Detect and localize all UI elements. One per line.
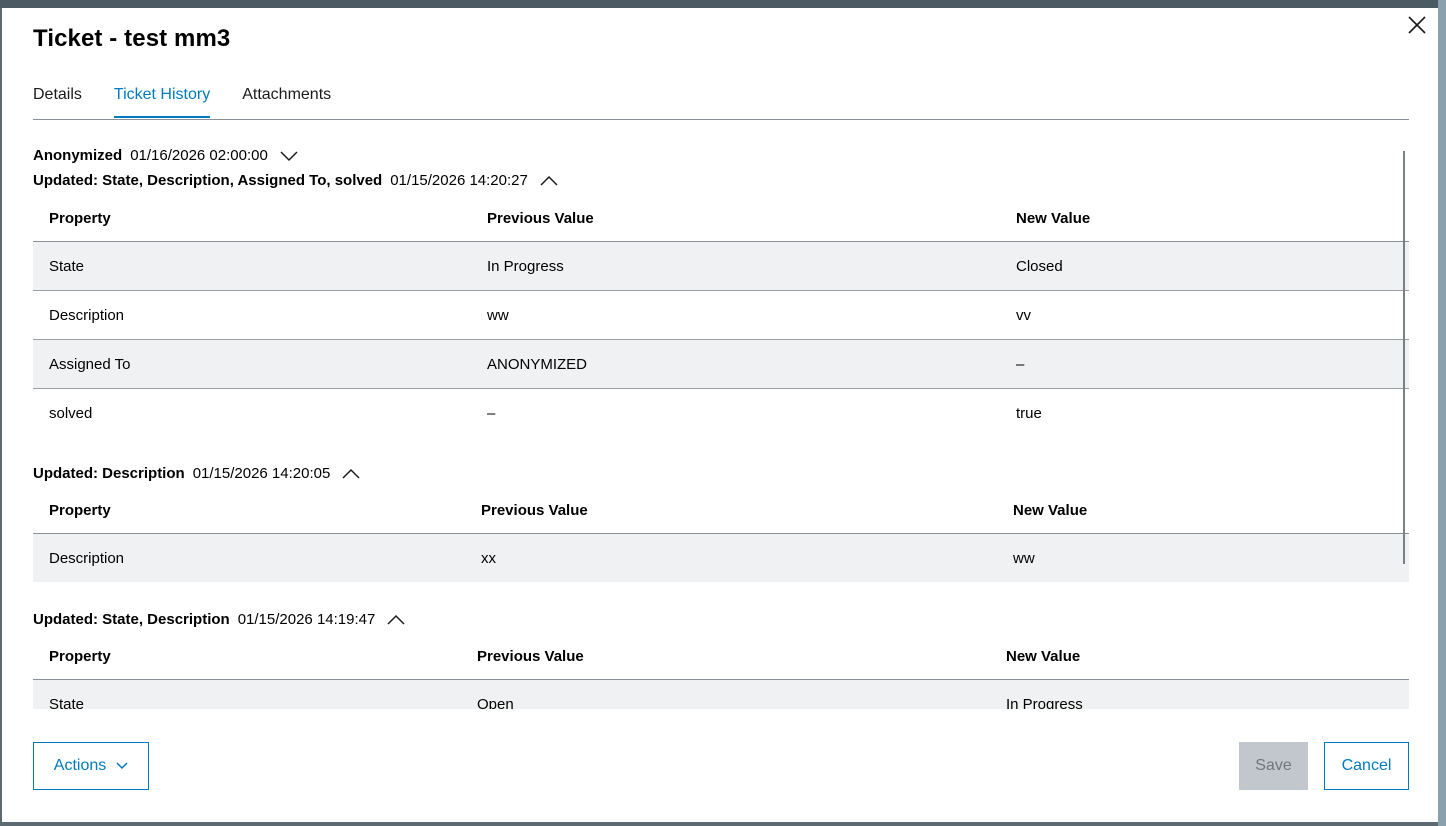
cancel-button[interactable]: Cancel	[1324, 742, 1409, 790]
table-header-row: Property Previous Value New Value	[33, 633, 1409, 680]
column-header-previous-value: Previous Value	[465, 487, 997, 534]
column-header-new-value: New Value	[997, 487, 1409, 534]
cell-previous-value: –	[487, 404, 496, 422]
history-entry-timestamp: 01/15/2026 14:20:27	[390, 172, 528, 189]
history-entry-header[interactable]: Anonymized 01/16/2026 02:00:00	[33, 147, 298, 164]
history-entry-label: Updated: State, Description, Assigned To…	[33, 172, 383, 189]
tab-attachments[interactable]: Attachments	[242, 78, 331, 110]
chevron-up-icon[interactable]	[387, 614, 405, 626]
tab-bar: Details Ticket History Attachments	[33, 78, 1409, 120]
history-entry-label: Updated: Description	[33, 465, 185, 482]
column-header-property: Property	[33, 633, 461, 680]
cell-previous-value: ANONYMIZED	[471, 339, 1000, 389]
actions-button-label: Actions	[53, 757, 107, 774]
table-row: State Open In Progress	[33, 679, 1409, 709]
history-entry-label: Updated: State, Description	[33, 611, 230, 628]
history-entry-header[interactable]: Updated: State, Description, Assigned To…	[33, 172, 558, 189]
column-header-new-value: New Value	[990, 633, 1409, 680]
table-row: State In Progress Closed	[33, 241, 1409, 291]
table-row: Assigned To ANONYMIZED –	[33, 339, 1409, 389]
ticket-history-panel[interactable]: Anonymized 01/16/2026 02:00:00 Updated: …	[33, 126, 1409, 709]
save-button[interactable]: Save	[1239, 742, 1308, 790]
cell-property: State	[33, 679, 461, 709]
column-header-property: Property	[33, 195, 471, 242]
cell-property: Description	[33, 290, 471, 340]
history-entry-header[interactable]: Updated: State, Description 01/15/2026 1…	[33, 611, 405, 628]
column-header-previous-value: Previous Value	[471, 195, 1000, 242]
cell-property: Description	[33, 533, 465, 582]
history-table: Property Previous Value New Value State …	[33, 195, 1409, 437]
cell-new-value: –	[1000, 339, 1409, 389]
chevron-down-icon	[116, 762, 128, 770]
ticket-dialog: Ticket - test mm3 Details Ticket History…	[2, 8, 1438, 822]
history-entry-timestamp: 01/15/2026 14:20:05	[192, 465, 331, 482]
cell-previous-value: ww	[471, 290, 1000, 340]
history-entry-label: Anonymized	[33, 147, 123, 164]
table-row: solved – true	[33, 389, 1409, 438]
cell-property: solved	[49, 404, 93, 422]
chevron-up-icon[interactable]	[540, 175, 558, 187]
cell-previous-value: xx	[465, 533, 997, 582]
actions-button[interactable]: Actions	[33, 742, 149, 790]
column-header-property: Property	[33, 487, 465, 534]
history-entry-timestamp: 01/16/2026 02:00:00	[130, 147, 268, 164]
backdrop	[0, 0, 1446, 8]
column-header-new-value: New Value	[1000, 195, 1409, 242]
cell-new-value: vv	[1000, 290, 1409, 340]
table-header-row: Property Previous Value New Value	[33, 195, 1409, 242]
cell-previous-value: Open	[461, 679, 990, 709]
backdrop-edge	[1438, 0, 1446, 826]
cell-new-value: Closed	[1000, 241, 1409, 291]
tab-details[interactable]: Details	[33, 78, 82, 110]
chevron-down-icon[interactable]	[280, 150, 298, 162]
table-row: Description xx ww	[33, 533, 1409, 582]
tab-ticket-history[interactable]: Ticket History	[113, 78, 211, 118]
cell-new-value: ww	[997, 533, 1409, 582]
history-table: Property Previous Value New Value Descri…	[33, 487, 1409, 582]
chevron-up-icon[interactable]	[342, 468, 360, 480]
dialog-title: Ticket - test mm3	[33, 25, 231, 52]
column-header-previous-value: Previous Value	[461, 633, 990, 680]
cell-new-value: In Progress	[990, 679, 1409, 709]
cell-new-value: true	[1016, 404, 1042, 422]
cell-previous-value: In Progress	[471, 241, 1000, 291]
history-scrollbar[interactable]	[1403, 151, 1405, 564]
table-row: Description ww vv	[33, 290, 1409, 340]
table-header-row: Property Previous Value New Value	[33, 487, 1409, 534]
cell-property: State	[33, 241, 471, 291]
cell-property: Assigned To	[33, 339, 471, 389]
close-button[interactable]	[1406, 14, 1428, 36]
history-entry-header[interactable]: Updated: Description 01/15/2026 14:20:05	[33, 465, 360, 482]
history-entry-timestamp: 01/15/2026 14:19:47	[237, 611, 376, 628]
close-icon	[1408, 16, 1426, 34]
history-table: Property Previous Value New Value State …	[33, 633, 1409, 709]
